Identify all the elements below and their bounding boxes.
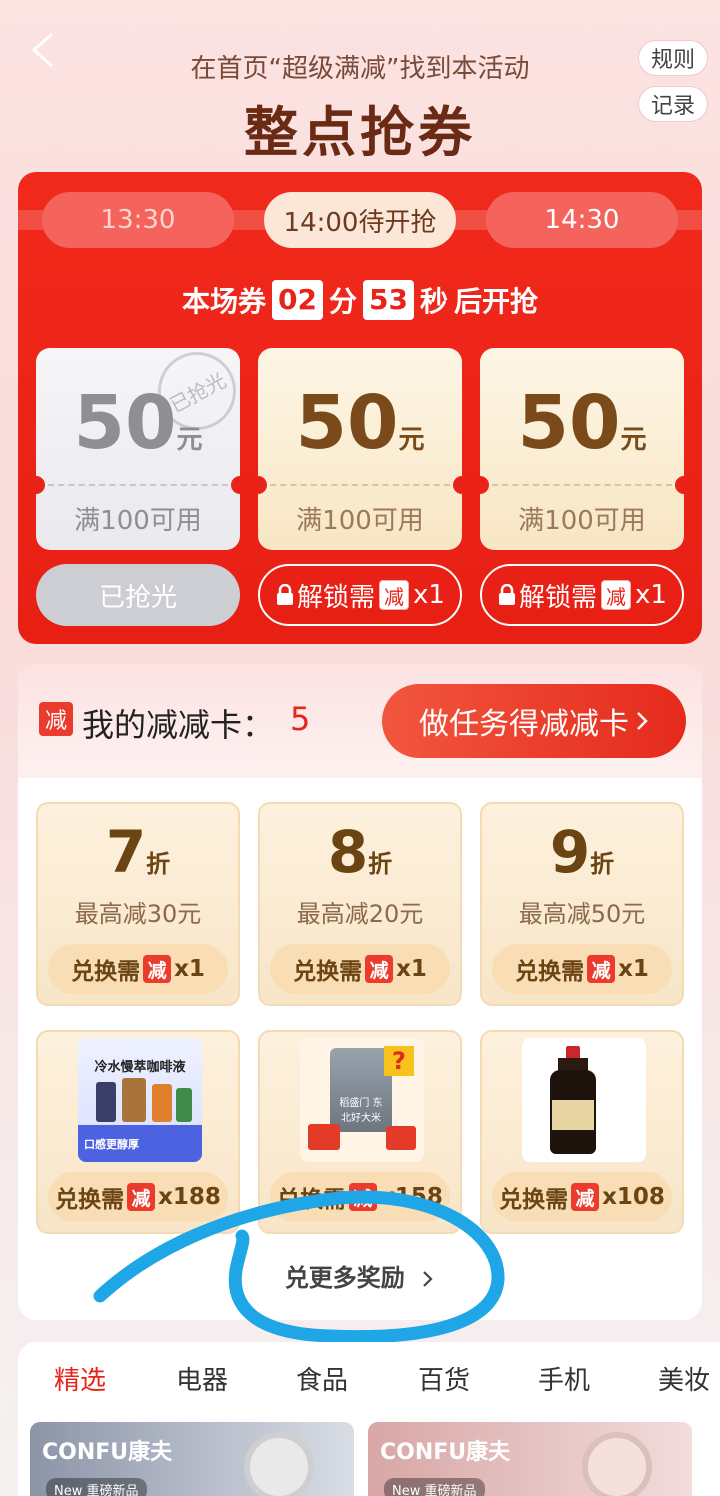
countdown-min-unit: 分 — [328, 285, 357, 318]
product-card[interactable]: CONFU康夫 New 重磅新品 — [30, 1422, 354, 1496]
jian-card-badge: 减 — [601, 580, 632, 610]
coupon-card: 50元 满100可用 — [258, 348, 462, 550]
discount-max: 最高减50元 — [518, 900, 646, 928]
coupon-notch — [231, 476, 240, 494]
rice-caption: 稻盛门 东北好大米 — [339, 1098, 383, 1124]
session-tab-1430[interactable]: 14:30 — [486, 192, 678, 248]
more-rewards-link[interactable]: 兑更多奖励 — [18, 1258, 702, 1293]
do-task-label: 做任务得减减卡 — [419, 707, 629, 742]
coupon-divider — [492, 484, 672, 486]
page-title: 整点抢券 — [244, 101, 476, 164]
jian-card-badge: 减 — [365, 955, 394, 983]
exchange-button[interactable]: 兑换需减 x1 — [492, 944, 672, 994]
card-header: 减 我的减减卡： 5 做任务得减减卡 — [18, 664, 702, 778]
coupon-divider — [48, 484, 228, 486]
category-bar: 精选 电器 食品 百货 手机 美妆 CONFU康夫 New 重磅新品 CONFU… — [18, 1342, 720, 1496]
exchange-button[interactable]: 兑换需减 x108 — [492, 1172, 672, 1222]
more-rewards-label: 兑更多奖励 — [284, 1264, 405, 1292]
category-tab[interactable]: 百货 — [418, 1360, 470, 1397]
coupon-amount: 50元 — [517, 380, 647, 466]
exchange-button[interactable]: 兑换需减 x1 — [270, 944, 450, 994]
discount-max: 最高减30元 — [74, 900, 202, 928]
prize-card[interactable]: 冷水慢萃咖啡液 口感更醇厚 兑换需减 x188 — [36, 1030, 240, 1234]
jian-card-icon: 减 — [39, 702, 73, 736]
exchange-button[interactable]: 兑换需减 x188 — [48, 1172, 228, 1222]
coupon-card: 50元 满100可用 — [480, 348, 684, 550]
countdown-sec-unit: 秒 — [419, 285, 448, 318]
product-tag: New 重磅新品 — [384, 1478, 485, 1496]
card-count: 5 — [290, 700, 311, 738]
coupon-panel: 13:30 14:00待开抢 14:30 本场券 02 分 53 秒 后开抢 已… — [18, 172, 702, 644]
prize-card[interactable]: 稻盛门 东北好大米 ? 兑换需减 x158 — [258, 1030, 462, 1234]
hair-dryer-image — [244, 1432, 314, 1496]
jian-card-badge: 减 — [379, 580, 410, 610]
countdown-suffix: 后开抢 — [453, 285, 538, 318]
unlock-button[interactable]: 解锁需 减 x1 — [258, 564, 462, 626]
coupon-condition: 满100可用 — [296, 506, 424, 536]
rules-button[interactable]: 规则 — [638, 40, 708, 76]
coupon-amount: 50元 — [73, 380, 203, 466]
coffee-subcaption: 口感更醇厚 — [84, 1138, 139, 1151]
exchange-button[interactable]: 兑换需减 x1 — [48, 944, 228, 994]
countdown-minutes: 02 — [272, 280, 323, 320]
product-brand: CONFU康夫 — [42, 1440, 173, 1465]
prize-card[interactable]: 兑换需减 x108 — [480, 1030, 684, 1234]
unlock-label: 解锁需 — [519, 582, 598, 613]
do-task-button[interactable]: 做任务得减减卡 — [382, 684, 686, 758]
sold-out-button[interactable]: 已抢光 — [36, 564, 240, 626]
chevron-right-icon — [637, 712, 648, 730]
activity-hint: 在首页“超级满减”找到本活动 — [190, 54, 530, 84]
jian-card-badge: 减 — [571, 1183, 600, 1211]
coupon-card: 已抢光 50元 满100可用 — [36, 348, 240, 550]
category-tab[interactable]: 美妆 — [658, 1360, 710, 1397]
category-tab[interactable]: 食品 — [296, 1360, 348, 1397]
jian-card-badge: 减 — [127, 1183, 156, 1211]
category-tab[interactable]: 手机 — [538, 1360, 590, 1397]
record-button[interactable]: 记录 — [638, 86, 708, 122]
card-title: 我的减减卡： — [82, 706, 275, 744]
exchange-button[interactable]: 兑换需减 x158 — [270, 1172, 450, 1222]
session-tab-1400[interactable]: 14:00待开抢 — [264, 192, 456, 248]
unlock-button[interactable]: 解锁需 减 x1 — [480, 564, 684, 626]
session-tab-1330[interactable]: 13:30 — [42, 192, 234, 248]
lock-icon — [277, 584, 294, 605]
product-tag: New 重磅新品 — [46, 1478, 147, 1496]
discount-max: 最高减20元 — [296, 900, 424, 928]
unlock-cost: x1 — [635, 580, 667, 610]
coupon-condition: 满100可用 — [74, 506, 202, 536]
discount-card[interactable]: 7折 最高减30元 兑换需减 x1 — [36, 802, 240, 1006]
hair-dryer-image — [582, 1432, 652, 1496]
jian-card-badge: 减 — [587, 955, 616, 983]
lock-icon — [499, 584, 516, 605]
chevron-right-icon — [423, 1271, 433, 1287]
countdown-prefix: 本场券 — [182, 285, 267, 318]
jian-card-badge: 减 — [143, 955, 172, 983]
soy-sauce-product-image — [522, 1038, 646, 1162]
coupon-divider — [270, 484, 450, 486]
discount-rate: 9折 — [549, 818, 615, 886]
countdown-seconds: 53 — [363, 280, 414, 320]
product-card[interactable]: CONFU康夫 New 重磅新品 — [368, 1422, 692, 1496]
discount-card[interactable]: 8折 最高减20元 兑换需减 x1 — [258, 802, 462, 1006]
coupon-notch — [453, 476, 462, 494]
discount-rate: 8折 — [327, 818, 393, 886]
discount-rate: 7折 — [105, 818, 171, 886]
category-tab[interactable]: 电器 — [176, 1360, 228, 1397]
coffee-caption: 冷水慢萃咖啡液 — [94, 1060, 186, 1075]
coupon-notch — [675, 476, 684, 494]
jian-card-section: 减 我的减减卡： 5 做任务得减减卡 7折 最高减30元 兑换需减 x1 8折 最… — [18, 664, 702, 1320]
category-tab[interactable]: 精选 — [54, 1360, 106, 1397]
coupon-amount: 50元 — [295, 380, 425, 466]
coupon-condition: 满100可用 — [518, 506, 646, 536]
jian-card-badge: 减 — [349, 1183, 378, 1211]
discount-card[interactable]: 9折 最高减50元 兑换需减 x1 — [480, 802, 684, 1006]
coffee-product-image: 冷水慢萃咖啡液 口感更醇厚 — [78, 1038, 202, 1162]
unlock-label: 解锁需 — [297, 582, 376, 613]
rice-product-image: 稻盛门 东北好大米 ? — [300, 1038, 424, 1162]
unlock-cost: x1 — [413, 580, 445, 610]
product-brand: CONFU康夫 — [380, 1440, 511, 1465]
countdown: 本场券 02 分 53 秒 后开抢 — [18, 280, 702, 320]
